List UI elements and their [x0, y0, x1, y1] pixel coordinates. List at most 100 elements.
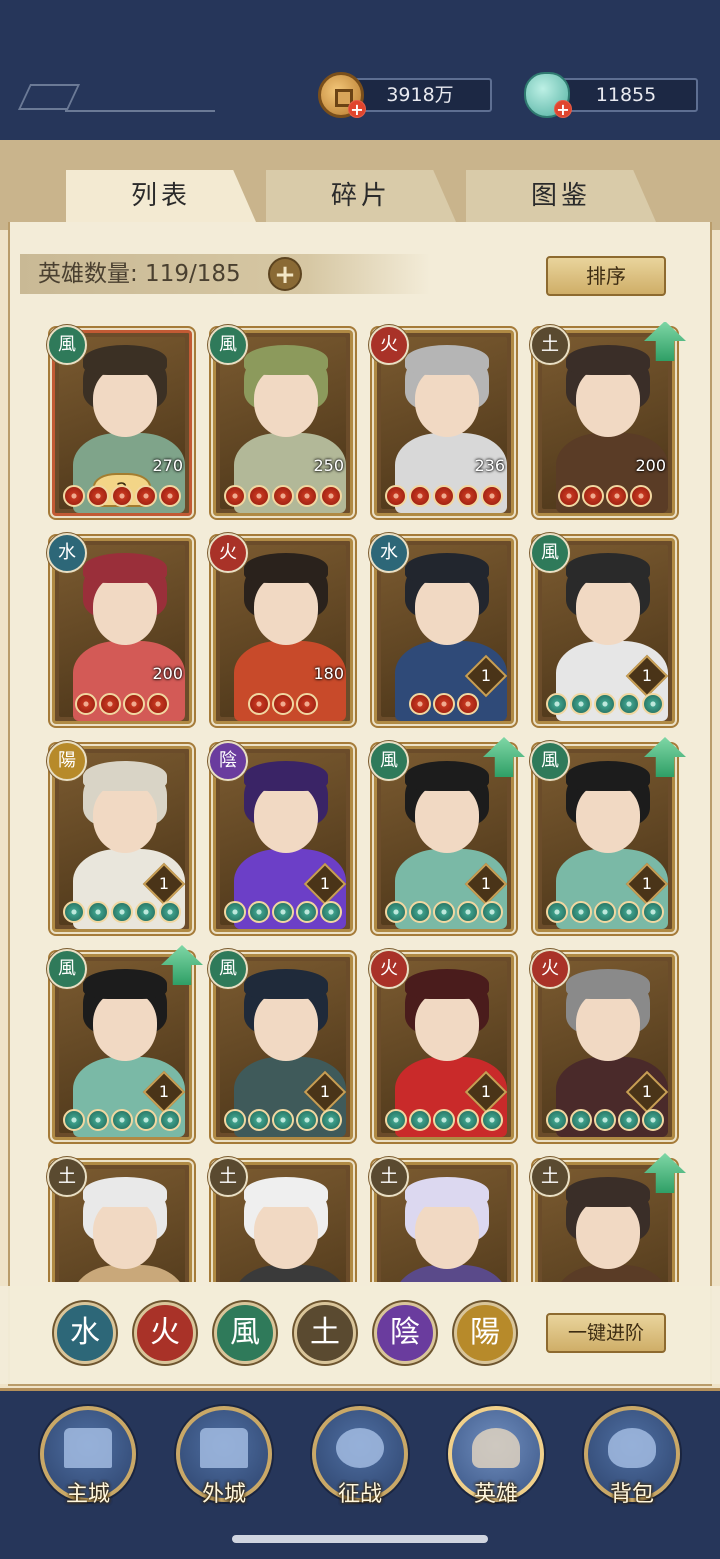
star-icon	[87, 485, 109, 507]
hero-card[interactable]: 火1	[369, 949, 514, 1140]
element-badge: 火	[530, 949, 570, 989]
star-icon	[123, 693, 145, 715]
hero-card[interactable]: 火 236	[369, 325, 514, 516]
add-hero-slots-button[interactable]: +	[268, 257, 302, 291]
hero-card[interactable]: 風1	[208, 949, 353, 1140]
filter-water-button[interactable]: 水	[54, 1302, 116, 1364]
hero-card[interactable]: 陰1	[208, 741, 353, 932]
element-badge: 水	[369, 533, 409, 573]
tab-list[interactable]: 列表	[66, 170, 256, 222]
star-icon	[63, 901, 85, 923]
star-row	[383, 901, 505, 925]
hero-card[interactable]: 水1	[369, 533, 514, 724]
jade-amount: 11855	[554, 78, 698, 112]
coin-amount: 3918万	[348, 78, 492, 112]
star-icon	[594, 693, 616, 715]
hero-card[interactable]: 風1	[530, 533, 675, 724]
filter-earth-button[interactable]: 土	[294, 1302, 356, 1364]
hero-card[interactable]: 水 200	[47, 533, 192, 724]
star-icon	[481, 901, 503, 923]
star-row	[383, 485, 505, 509]
hero-level: 250	[313, 456, 344, 475]
nav-heroes-label: 英雄	[473, 1482, 518, 1507]
element-badge: 風	[47, 949, 87, 989]
hero-card[interactable]: 土	[47, 1157, 192, 1282]
sort-button[interactable]: 排序	[546, 256, 666, 296]
star-icon	[642, 901, 664, 923]
hero-card[interactable]: 土	[208, 1157, 353, 1282]
home-indicator[interactable]	[232, 1535, 488, 1543]
hero-level: 200	[635, 456, 666, 475]
star-icon	[385, 1109, 407, 1131]
filter-yin-button[interactable]: 陰	[374, 1302, 436, 1364]
hero-card[interactable]: 火1	[530, 949, 675, 1140]
star-icon	[87, 901, 109, 923]
star-row	[61, 693, 183, 717]
star-icon	[594, 901, 616, 923]
hero-card[interactable]: 土	[530, 1153, 686, 1282]
star-icon	[409, 901, 431, 923]
star-icon	[63, 1109, 85, 1131]
element-badge: 火	[369, 949, 409, 989]
star-icon	[248, 1109, 270, 1131]
star-icon	[409, 1109, 431, 1131]
hero-card[interactable]: 風1	[369, 737, 525, 932]
element-badge: 水	[47, 533, 87, 573]
city-gate-icon	[200, 1428, 248, 1468]
nav-bag-label: 背包	[609, 1482, 654, 1507]
star-icon	[409, 693, 431, 715]
star-icon	[385, 901, 407, 923]
add-coins-button[interactable]: +	[348, 100, 366, 118]
one-click-advance-button[interactable]: 一键进阶	[546, 1313, 666, 1353]
star-icon	[296, 901, 318, 923]
filter-wind-button[interactable]: 風	[214, 1302, 276, 1364]
star-row	[383, 1109, 505, 1133]
tab-fragments[interactable]: 碎片	[266, 170, 456, 222]
tab-codex[interactable]: 图鉴	[466, 170, 656, 222]
star-row	[222, 485, 344, 509]
hero-portrait	[542, 337, 668, 513]
hero-card[interactable]: 風1	[530, 737, 686, 932]
hero-card[interactable]: 土 200	[530, 322, 686, 516]
star-row	[61, 901, 183, 925]
element-badge: 土	[530, 325, 570, 365]
star-icon	[457, 693, 479, 715]
star-icon	[433, 1109, 455, 1131]
hero-card[interactable]: 土	[369, 1157, 514, 1282]
element-badge: 陰	[208, 741, 248, 781]
star-icon	[582, 485, 604, 507]
hero-card[interactable]: 風1	[47, 945, 203, 1140]
star-icon	[457, 485, 479, 507]
element-badge: 風	[530, 741, 570, 781]
hero-card[interactable]: 陽1	[47, 741, 192, 932]
star-icon	[135, 1109, 157, 1131]
star-icon	[99, 693, 121, 715]
star-row	[544, 693, 666, 717]
hero-card[interactable]: 火 180	[208, 533, 353, 724]
star-row	[544, 485, 666, 509]
hero-card[interactable]: 風 250	[208, 325, 353, 516]
add-jade-button[interactable]: +	[554, 100, 572, 118]
star-icon	[570, 1109, 592, 1131]
filter-yang-button[interactable]: 陽	[454, 1302, 516, 1364]
star-row	[222, 1109, 344, 1133]
star-icon	[248, 901, 270, 923]
star-icon	[546, 901, 568, 923]
hero-portrait	[381, 337, 507, 513]
star-icon	[272, 1109, 294, 1131]
bag-icon	[608, 1428, 656, 1468]
star-row	[61, 485, 183, 509]
game-logo	[10, 82, 215, 114]
star-icon	[409, 485, 431, 507]
star-icon	[75, 693, 97, 715]
element-badge: 火	[208, 533, 248, 573]
filter-fire-button[interactable]: 火	[134, 1302, 196, 1364]
star-icon	[481, 485, 503, 507]
star-icon	[272, 485, 294, 507]
hero-level: 180	[313, 664, 344, 683]
star-icon	[606, 485, 628, 507]
star-icon	[296, 693, 318, 715]
hero-card[interactable]: 風2702	[47, 325, 192, 516]
element-badge: 土	[208, 1157, 248, 1197]
hero-count-banner: 英雄数量: 119/185 +	[20, 254, 430, 294]
